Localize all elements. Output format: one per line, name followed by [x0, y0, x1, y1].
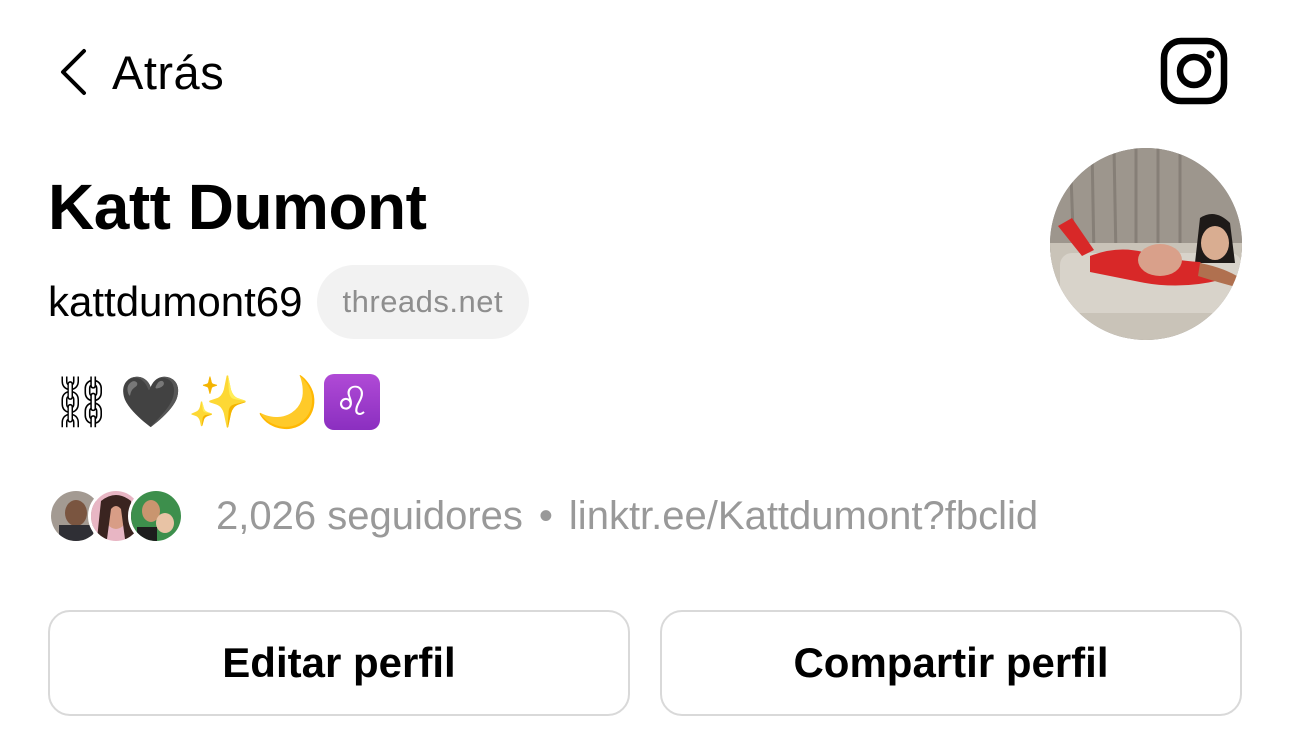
- profile-name: Katt Dumont: [48, 171, 427, 243]
- instagram-icon[interactable]: [1160, 37, 1228, 105]
- follower-avatar: [128, 488, 184, 544]
- followers-count[interactable]: 2,026 seguidores: [216, 494, 523, 539]
- avatar-photo: [1050, 148, 1242, 340]
- separator-dot: •: [538, 493, 553, 538]
- chevron-left-icon: [61, 49, 86, 95]
- profile-stats: 2,026 seguidores • linktr.ee/Kattdumont?…: [216, 494, 1038, 539]
- follower-avatars[interactable]: [48, 488, 188, 544]
- leo-emoji: ♌: [324, 374, 381, 430]
- sparkles-emoji: ✨: [187, 374, 251, 430]
- top-bar: Atrás: [0, 0, 1290, 140]
- threads-domain-badge[interactable]: threads.net: [316, 265, 530, 339]
- edit-profile-button[interactable]: Editar perfil: [48, 610, 630, 716]
- black-heart-emoji: 🖤: [119, 374, 182, 430]
- share-profile-button[interactable]: Compartir perfil: [660, 610, 1242, 716]
- back-label: Atrás: [112, 45, 225, 99]
- crescent-moon-emoji: 🌙: [256, 374, 319, 430]
- username-row: kattdumont69 threads.net: [48, 264, 530, 340]
- bio: ⛓ 🖤 ✨ 🌙 ♌: [50, 372, 381, 432]
- profile-avatar[interactable]: [1050, 148, 1242, 340]
- back-button[interactable]: Atrás: [56, 44, 224, 100]
- followers-row: 2,026 seguidores • linktr.ee/Kattdumont?…: [48, 486, 1038, 546]
- chain-emoji: ⛓: [50, 374, 114, 430]
- profile-link[interactable]: linktr.ee/Kattdumont?fbclid: [569, 494, 1038, 539]
- username: kattdumont69: [48, 278, 303, 325]
